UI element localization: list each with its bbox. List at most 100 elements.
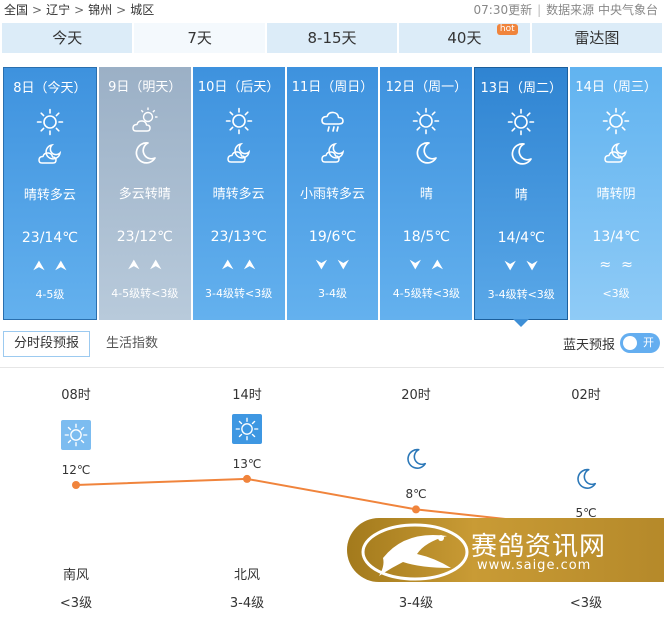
day-card[interactable]: 10日（后天） 晴转多云 23/13℃ ⮝⮝ 3-4级转<3级 <box>192 67 285 320</box>
breadcrumb-separator: > <box>116 3 127 17</box>
hourly-time: 08时 <box>61 388 91 403</box>
hourly-item: 08时 12℃ 南风 <3级 <box>36 368 116 619</box>
day-date: 11日（周日） <box>291 80 374 95</box>
wind-direction-icon: ⮟⮟ <box>315 257 360 273</box>
tab-7day[interactable]: 7天 <box>134 23 265 53</box>
moon-icon <box>412 139 440 167</box>
tab-8-15day[interactable]: 8-15天 <box>266 23 398 53</box>
breadcrumb-city[interactable]: 锦州 <box>88 3 112 17</box>
wind-direction-icon: ⮝⮝ <box>221 257 266 273</box>
moon-icon <box>507 140 535 168</box>
wind-scale: 3-4级转<3级 <box>487 288 555 301</box>
blue-sky-forecast: 蓝天预报 开 <box>563 331 660 355</box>
day-date: 12日（周一） <box>385 80 468 95</box>
breadcrumb-country[interactable]: 全国 <box>4 3 28 17</box>
tab-life-index[interactable]: 生活指数 <box>96 332 168 356</box>
sun-icon <box>507 108 535 136</box>
sun-icon <box>225 107 253 135</box>
day-condition: 小雨转多云 <box>300 187 366 202</box>
day-temperature: 23/12℃ <box>116 229 173 245</box>
tab-hourly-forecast[interactable]: 分时段预报 <box>3 331 91 357</box>
hourly-wind-direction: 南风 <box>62 568 89 583</box>
daily-forecast: 8日（今天） 晴转多云 23/14℃ ⮝⮝ 4-5级 9日（明天） 多云转晴 23/12℃ ⮝⮝… <box>3 67 663 327</box>
day-card[interactable]: 14日（周三） 晴转阴 13/4℃ ≈≈ <3级 <box>570 67 663 320</box>
wind-scale: 3-4级转<3级 <box>205 287 273 300</box>
tab-today[interactable]: 今天 <box>2 23 133 53</box>
hourly-time: 20时 <box>401 388 431 403</box>
day-condition: 多云转晴 <box>118 187 171 202</box>
sun-icon <box>36 108 64 136</box>
tab-40day[interactable]: 40天 hot <box>399 23 530 53</box>
day-condition: 晴转多云 <box>212 187 265 202</box>
wind-scale: 4-5级转<3级 <box>392 287 460 300</box>
wind-scale: <3级 <box>602 287 630 300</box>
day-card[interactable]: 8日（今天） 晴转多云 23/14℃ ⮝⮝ 4-5级 <box>3 67 97 320</box>
day-temperature: 13/4℃ <box>592 229 640 245</box>
moon-icon <box>571 466 601 496</box>
hourly-wind-direction: 北风 <box>233 568 260 583</box>
top-bar: 全国 > 辽宁 > 锦州 > 城区 07:30更新 | 数据来源 中央气象台 <box>0 0 664 20</box>
wind-direction-icon: ⮟⮟ <box>504 258 549 274</box>
tab-label: 今天 <box>52 29 83 47</box>
day-condition: 晴 <box>419 187 433 202</box>
day-card[interactable]: 12日（周一） 晴 18/5℃ ⮟⮝ 4-5级转<3级 <box>380 67 473 320</box>
wind-direction-icon: ⮟⮝ <box>409 257 454 273</box>
hourly-temperature: 13℃ <box>232 456 262 471</box>
wind-scale: 4-5级 <box>35 288 65 301</box>
day-date: 8日（今天） <box>13 81 87 96</box>
day-condition: 晴 <box>514 188 528 203</box>
hourly-temperature: 12℃ <box>61 463 91 477</box>
day-condition: 晴转阴 <box>596 187 636 202</box>
hourly-time: 14时 <box>232 388 262 403</box>
day-temperature: 19/6℃ <box>308 229 357 245</box>
wind-direction-icon: ≈≈ <box>599 257 643 273</box>
day-temperature: 18/5℃ <box>402 229 450 245</box>
partly-cloudy-icon <box>131 107 159 135</box>
day-card[interactable]: 11日（周日） 小雨转多云 19/6℃ ⮟⮟ 3-4级 <box>286 67 379 320</box>
watermark-banner: 赛鸽资讯网 www.saige.com <box>347 518 664 582</box>
tab-label: 8-15天 <box>307 29 357 47</box>
cloud-moon-icon <box>36 140 64 168</box>
toggle-knob <box>623 336 637 350</box>
update-time: 07:30更新 <box>473 3 533 17</box>
hot-badge: hot <box>496 24 518 35</box>
tab-radar[interactable]: 雷达图 <box>531 23 663 53</box>
moon-icon <box>131 139 159 167</box>
hourly-time: 02时 <box>571 388 601 403</box>
sub-tabs: 分时段预报 生活指数 <box>3 331 168 357</box>
toggle-state: 开 <box>643 336 654 349</box>
hourly-wind-scale: 3-4级 <box>229 596 265 611</box>
wind-direction-icon: ⮝⮝ <box>127 257 172 273</box>
blue-sky-toggle[interactable]: 开 <box>620 333 660 353</box>
breadcrumb-province[interactable]: 辽宁 <box>46 3 70 17</box>
hourly-temperature: 8℃ <box>405 487 427 502</box>
cloud-moon-icon <box>602 139 630 167</box>
sun-icon <box>232 414 262 444</box>
day-date: 14日（周三） <box>575 80 657 95</box>
day-date: 9日（明天） <box>108 80 182 95</box>
rain-icon <box>319 107 347 135</box>
pigeon-logo-icon <box>361 523 469 581</box>
sun-icon <box>412 107 440 135</box>
day-date: 13日（周二） <box>480 81 562 96</box>
update-info: 07:30更新 | 数据来源 中央气象台 <box>474 0 658 20</box>
forecast-tabs: 今天 7天 8-15天 40天 hot 雷达图 <box>2 23 663 53</box>
hourly-wind-scale: 3-4级 <box>398 596 434 611</box>
moon-icon <box>401 446 431 476</box>
day-temperature: 23/13℃ <box>210 229 267 245</box>
selected-pointer <box>513 319 530 327</box>
wind-scale: 4-5级转<3级 <box>111 287 179 300</box>
blue-sky-label: 蓝天预报 <box>562 337 615 353</box>
day-date: 10日（后天） <box>197 80 280 95</box>
day-card[interactable]: 9日（明天） 多云转晴 23/12℃ ⮝⮝ 4-5级转<3级 <box>98 67 191 320</box>
day-card[interactable]: 13日（周二） 晴 14/4℃ ⮟⮟ 3-4级转<3级 <box>474 67 569 327</box>
hourly-item: 14时 13℃ 北风 3-4级 <box>207 368 287 619</box>
day-condition: 晴转多云 <box>23 188 76 203</box>
breadcrumb-separator: > <box>74 3 85 17</box>
tab-label: 7天 <box>187 29 212 47</box>
cloud-moon-icon <box>225 139 253 167</box>
day-temperature: 23/14℃ <box>21 230 78 246</box>
tab-label: 雷达图 <box>574 29 620 47</box>
sun-icon <box>602 107 630 135</box>
tab-label: 40天 <box>447 29 482 47</box>
